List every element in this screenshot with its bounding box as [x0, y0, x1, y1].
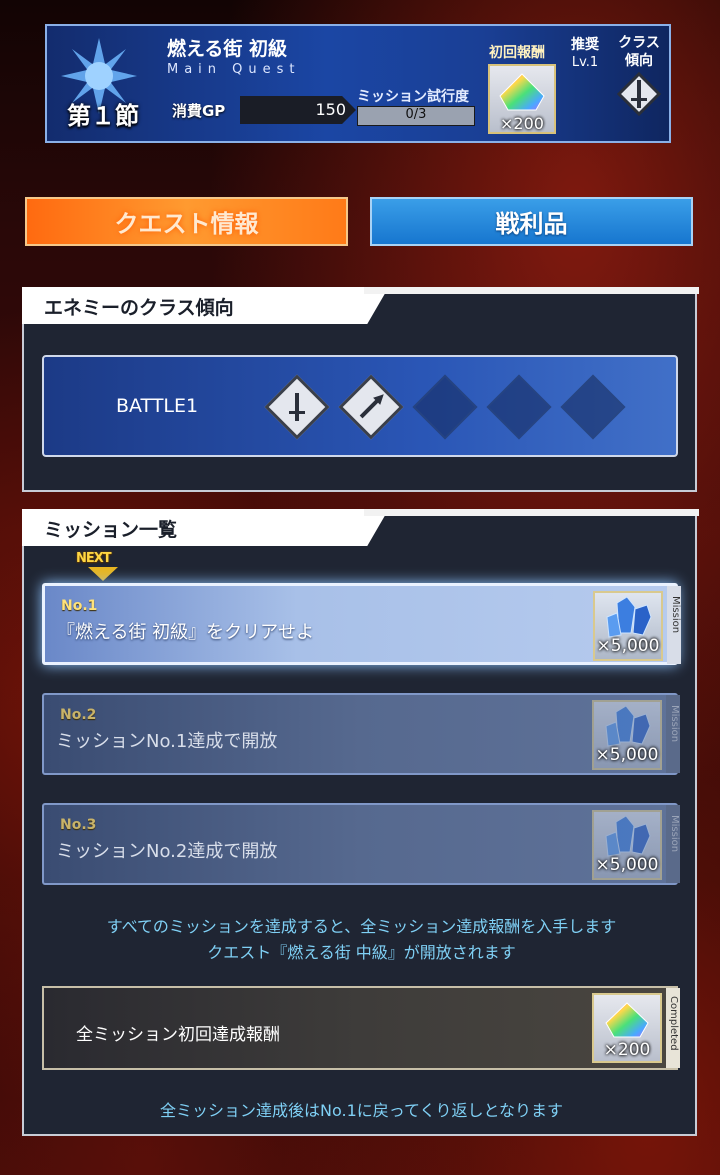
gp-label: 消費GP — [172, 102, 226, 120]
lancer-class-icon — [338, 374, 404, 440]
gp-value: 150 — [315, 100, 346, 119]
mission-note-line2: クエスト『燃える街 中級』が開放されます — [207, 943, 516, 962]
mission-text: 『燃える街 初級』をクリアせよ — [57, 622, 315, 643]
mission-reward-count: ×5,000 — [595, 855, 659, 875]
mission-reward-count: ×5,000 — [595, 745, 659, 765]
mission-text: ミッションNo.1達成で開放 — [56, 731, 278, 752]
first-reward-label: 初回報酬 — [489, 45, 545, 61]
mission-item-1[interactable]: No.1 『燃える街 初級』をクリアせよ ×5,000 Mission — [42, 583, 681, 665]
mission-tag: Mission — [670, 596, 681, 634]
mission-number: No.3 — [60, 817, 97, 833]
empty-class-slot — [412, 374, 478, 440]
first-reward-count: ×200 — [500, 114, 544, 133]
mission-item-3[interactable]: No.3 ミッションNo.2達成で開放 ×5,000 Mission — [42, 803, 680, 885]
mission-number: No.1 — [61, 598, 98, 614]
completed-tag: Completed — [668, 996, 679, 1051]
mission-tag: Mission — [669, 705, 680, 743]
sword-class-icon — [617, 72, 661, 116]
battle-row: BATTLE1 — [42, 355, 678, 457]
next-arrow-icon — [88, 567, 118, 581]
quest-name: 燃える街 初級 — [167, 38, 288, 60]
mission-number: No.2 — [60, 707, 97, 723]
enemy-panel-title: エネミーのクラス傾向 — [44, 297, 234, 319]
mission-panel: ミッション一覧 NEXT No.1 『燃える街 初級』をクリアせよ ×5,000… — [22, 509, 699, 1136]
tab-quest-info[interactable]: クエスト情報 — [25, 197, 348, 246]
footer-note: 全ミッション達成後はNo.1に戻ってくり返しとなります — [160, 1101, 563, 1120]
battle-label: BATTLE1 — [116, 395, 199, 417]
tab-spoils[interactable]: 戦利品 — [370, 197, 693, 246]
all-mission-reward-row: 全ミッション初回達成報酬 ×200 Completed — [42, 986, 680, 1070]
sword-class-icon — [264, 374, 330, 440]
empty-class-slot — [486, 374, 552, 440]
mission-panel-title: ミッション一覧 — [44, 519, 178, 541]
next-badge: NEXT — [76, 551, 112, 566]
mission-tag: Mission — [669, 815, 680, 853]
mission-reward-count: ×5,000 — [596, 636, 660, 656]
all-reward-count: ×200 — [603, 1040, 651, 1060]
trial-label: ミッション試行度 — [357, 89, 469, 105]
quest-header: 第１節 燃える街 初級 Main Quest 消費GP 150 ミッション試行度… — [45, 24, 671, 143]
quest-type: Main Quest — [167, 62, 301, 77]
mission-item-2[interactable]: No.2 ミッションNo.1達成で開放 ×5,000 Mission — [42, 693, 680, 775]
empty-class-slot — [560, 374, 626, 440]
all-reward-label: 全ミッション初回達成報酬 — [76, 1025, 280, 1045]
mission-note-line1: すべてのミッションを達成すると、全ミッション達成報酬を入手します — [106, 917, 617, 936]
panel-header-strip — [364, 509, 699, 516]
enemy-class-panel: エネミーのクラス傾向 BATTLE1 — [22, 287, 699, 492]
recommend-label: 推奨 Lv.1 — [571, 37, 599, 70]
mission-text: ミッションNo.2達成で開放 — [56, 841, 278, 862]
class-tendency-label: クラス 傾向 — [618, 35, 660, 69]
trial-value: 0/3 — [405, 107, 427, 122]
panel-header-strip — [364, 287, 699, 294]
chapter-label: 第１節 — [67, 102, 139, 130]
